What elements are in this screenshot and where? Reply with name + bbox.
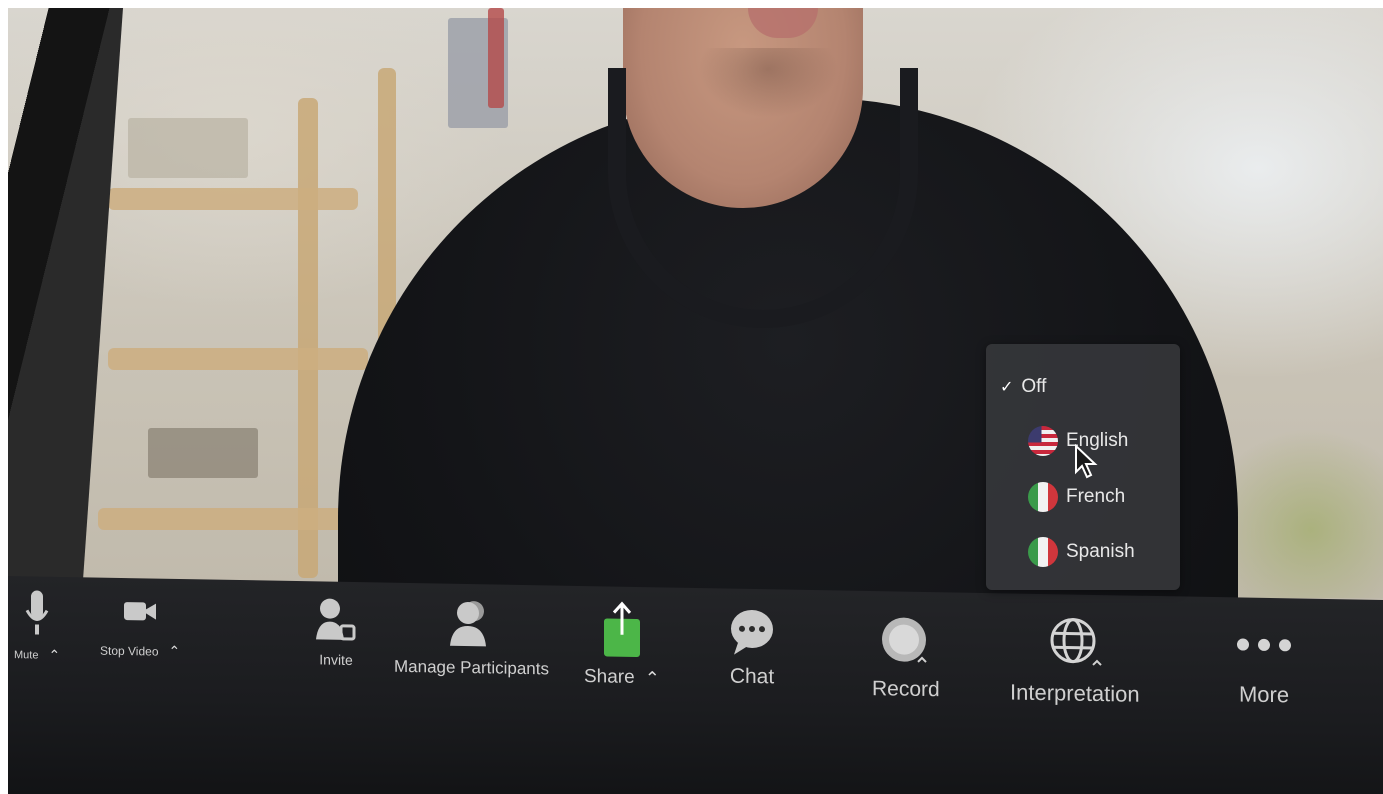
chat-bubble-icon: [728, 607, 776, 658]
manage-participants-button[interactable]: Manage Participants: [394, 597, 549, 680]
mouse-cursor-icon: [1075, 444, 1098, 479]
meeting-toolbar: Mute ⌃ Stop Video ⌃ Invite Manage Particip…: [8, 576, 1383, 794]
microphone-icon: [25, 588, 49, 638]
manage-participants-label: Manage Participants: [394, 656, 549, 679]
menu-item-label: Spanish: [1066, 541, 1135, 562]
video-camera-icon: [122, 598, 158, 625]
invite-button[interactable]: Invite: [314, 595, 358, 668]
checkmark-icon: ✓: [1000, 379, 1014, 396]
meeting-window: Mute ⌃ Stop Video ⌃ Invite Manage Particip…: [8, 8, 1383, 794]
globe-icon: [1045, 614, 1105, 673]
record-icon: [878, 613, 934, 670]
chat-button[interactable]: Chat: [728, 607, 776, 690]
mute-button[interactable]: Mute ⌃: [14, 588, 60, 664]
add-person-icon: [314, 595, 358, 644]
more-button[interactable]: More: [1234, 637, 1294, 708]
chat-label: Chat: [729, 664, 775, 689]
italy-flag-icon: [1028, 482, 1058, 512]
chevron-up-icon[interactable]: ⌃: [169, 643, 181, 660]
chevron-up-icon[interactable]: ⌃: [645, 668, 660, 689]
stop-video-button[interactable]: Stop Video ⌃: [100, 598, 180, 660]
menu-item-french[interactable]: French: [1028, 482, 1125, 512]
menu-item-off[interactable]: ✓ Off: [1000, 376, 1046, 398]
mute-label: Mute: [14, 648, 39, 662]
menu-item-label: French: [1066, 486, 1126, 507]
invite-label: Invite: [319, 651, 353, 669]
us-flag-icon: [1028, 426, 1058, 456]
chevron-up-icon[interactable]: ⌃: [48, 647, 60, 664]
share-screen-icon: [600, 600, 644, 659]
share-button[interactable]: Share ⌃: [584, 600, 660, 689]
interpretation-button[interactable]: Interpretation: [1010, 613, 1140, 707]
interpretation-label: Interpretation: [1010, 679, 1140, 707]
more-label: More: [1238, 681, 1290, 708]
record-label: Record: [872, 677, 940, 702]
stop-video-label: Stop Video: [100, 643, 159, 659]
menu-item-label: Off: [1021, 376, 1047, 397]
more-dots-icon: [1234, 637, 1294, 652]
participants-icon: [448, 598, 494, 651]
menu-item-spanish[interactable]: Spanish: [1028, 537, 1135, 567]
italy-flag-icon: [1028, 537, 1058, 567]
record-button[interactable]: Record: [872, 613, 940, 702]
share-label: Share: [584, 666, 635, 688]
